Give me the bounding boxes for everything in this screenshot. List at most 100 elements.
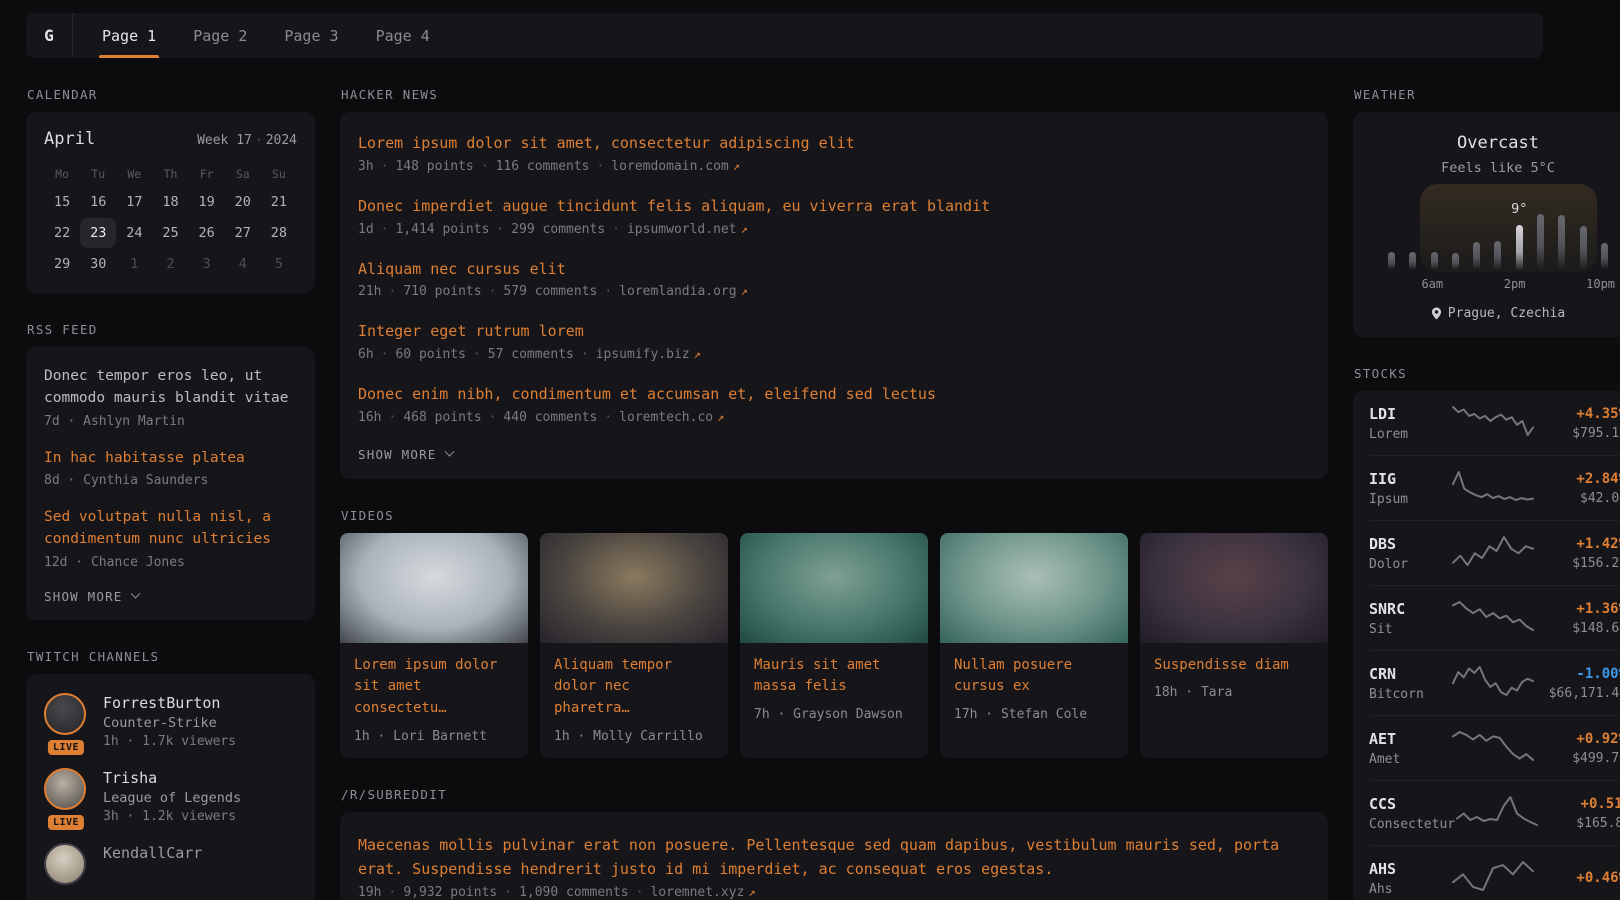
weather-bar-cell	[1551, 190, 1572, 270]
stock-row[interactable]: AETAmet+0.92%$499.72	[1369, 715, 1620, 780]
stock-symbol: AHS	[1369, 860, 1396, 878]
page-tabs: Page 1 Page 2 Page 3 Page 4	[73, 13, 430, 58]
calendar-day[interactable]: 17	[116, 187, 152, 217]
points-count: 1,414 points	[395, 222, 489, 237]
comments-count: 299 comments	[511, 222, 605, 237]
calendar-day[interactable]: 25	[152, 218, 188, 248]
weather-time-labels: 6am2pm10pm	[1381, 277, 1615, 291]
calendar-day[interactable]: 20	[225, 187, 261, 217]
calendar-day[interactable]: 4	[225, 249, 261, 279]
rss-item: Donec tempor eros leo, ut commodo mauris…	[44, 366, 297, 429]
stock-change: +0.51%	[1539, 796, 1620, 812]
right-column: WEATHER Overcast Feels like 5°C 9° 6am2p…	[1353, 58, 1620, 900]
twitch-channel-row[interactable]: KendallCarr	[44, 843, 297, 885]
hacker-news-item-title[interactable]: Donec enim nibh, condimentum et accumsan…	[358, 384, 1310, 406]
twitch-channel-row[interactable]: LIVETrishaLeague of Legends3h · 1.2k vie…	[44, 768, 297, 824]
calendar-day[interactable]: 5	[261, 249, 297, 279]
left-column: CALENDAR April Week 17·2024 MoTuWeThFrSa…	[26, 58, 315, 900]
topbar: G Page 1 Page 2 Page 3 Page 4	[26, 13, 1543, 58]
weather-time-label	[1381, 277, 1401, 291]
rss-item-title[interactable]: In hac habitasse platea	[44, 448, 297, 470]
calendar-day[interactable]: 2	[152, 249, 188, 279]
tab-page-3[interactable]: Page 3	[284, 13, 338, 58]
hacker-news-item-title[interactable]: Integer eget rutrum lorem	[358, 321, 1310, 343]
calendar-day[interactable]: 30	[80, 249, 116, 279]
points-count: 468 points	[403, 410, 481, 425]
stock-row[interactable]: LDILorem+4.35%$795.18	[1369, 391, 1620, 455]
subreddit-post-domain-link[interactable]: loremnet.xyz↗	[650, 885, 755, 900]
calendar-day[interactable]: 3	[189, 249, 225, 279]
separator-dot: ·	[388, 410, 396, 425]
hacker-news-item-meta: 21h·710 points·579 comments·loremlandia.…	[358, 284, 1310, 299]
subreddit-section: /R/SUBREDDIT Maecenas mollis pulvinar er…	[340, 787, 1328, 900]
rss-item-meta-text: 8d · Cynthia Saunders	[44, 473, 208, 488]
calendar-day[interactable]: 29	[44, 249, 80, 279]
stock-row[interactable]: AHSAhs+0.46%	[1369, 845, 1620, 900]
video-card-body: Aliquam tempor dolor nec pharetra…1h · M…	[540, 643, 728, 758]
stock-row[interactable]: SNRCSit+1.36%$148.64	[1369, 585, 1620, 650]
show-more-button[interactable]: SHOW MORE	[358, 447, 1310, 462]
tab-page-2[interactable]: Page 2	[193, 13, 247, 58]
calendar-day[interactable]: 1	[116, 249, 152, 279]
weather-bar	[1388, 252, 1395, 270]
hacker-news-item-title[interactable]: Aliquam nec cursus elit	[358, 259, 1310, 281]
video-card[interactable]: Aliquam tempor dolor nec pharetra…1h · M…	[540, 533, 728, 758]
time-ago: 16h	[358, 410, 381, 425]
video-card[interactable]: Suspendisse diam18h · Tara	[1140, 533, 1328, 758]
calendar-day[interactable]: 19	[189, 187, 225, 217]
stock-price: $499.72	[1535, 751, 1620, 766]
weekday-label: Th	[152, 161, 188, 187]
video-thumbnail	[1140, 533, 1328, 643]
calendar-day[interactable]: 18	[152, 187, 188, 217]
hacker-news-item-title[interactable]: Donec imperdiet augue tincidunt felis al…	[358, 196, 1310, 218]
weather-bar	[1473, 242, 1480, 270]
stock-sparkline	[1451, 859, 1535, 893]
stock-price: $66,171.48	[1535, 686, 1620, 701]
video-card[interactable]: Mauris sit amet massa felis7h · Grayson …	[740, 533, 928, 758]
stock-row[interactable]: CRNBitcorn-1.00%$66,171.48	[1369, 650, 1620, 715]
hacker-news-item: Donec imperdiet augue tincidunt felis al…	[358, 196, 1310, 237]
calendar-day[interactable]: 26	[189, 218, 225, 248]
rss-item-meta: 8d · Cynthia Saunders	[44, 473, 297, 488]
subreddit-post-title[interactable]: Maecenas mollis pulvinar erat non posuer…	[358, 833, 1310, 881]
stock-chart-cell	[1451, 534, 1535, 572]
calendar-day[interactable]: 16	[80, 187, 116, 217]
calendar-day[interactable]: 22	[44, 218, 80, 248]
video-author-meta: 18h · Tara	[1154, 685, 1314, 700]
hacker-news-item-domain-link[interactable]: loremtech.co↗	[619, 410, 724, 425]
stock-row[interactable]: CCSConsectetur+0.51%$165.84	[1369, 780, 1620, 845]
hacker-news-item-title[interactable]: Lorem ipsum dolor sit amet, consectetur …	[358, 133, 1310, 155]
tab-page-1[interactable]: Page 1	[102, 13, 156, 58]
calendar-day[interactable]: 21	[261, 187, 297, 217]
calendar-day[interactable]: 15	[44, 187, 80, 217]
stock-row[interactable]: DBSDolor+1.42%$156.28	[1369, 520, 1620, 585]
twitch-channel-row[interactable]: LIVEForrestBurtonCounter-Strike1h · 1.7k…	[44, 693, 297, 749]
avatar	[44, 843, 86, 885]
rss-item-title[interactable]: Donec tempor eros leo, ut commodo mauris…	[44, 366, 297, 410]
hacker-news-item-domain-link[interactable]: loremlandia.org↗	[619, 284, 748, 299]
comments-count: 440 comments	[503, 410, 597, 425]
rss-item-title[interactable]: Sed volutpat nulla nisl, a condimentum n…	[44, 507, 297, 551]
video-card[interactable]: Lorem ipsum dolor sit amet consectetu…1h…	[340, 533, 528, 758]
tab-page-4[interactable]: Page 4	[376, 13, 430, 58]
hacker-news-widget: Lorem ipsum dolor sit amet, consectetur …	[340, 112, 1328, 479]
rss-section-label: RSS FEED	[27, 322, 315, 337]
calendar-day-selected[interactable]: 23	[80, 218, 116, 248]
hacker-news-item-domain-link[interactable]: ipsumworld.net↗	[627, 222, 748, 237]
weather-bar-cell	[1445, 190, 1466, 270]
stock-name: Amet	[1369, 752, 1451, 767]
hacker-news-item-domain-link[interactable]: loremdomain.com↗	[611, 159, 740, 174]
stock-change: +2.84%	[1535, 471, 1620, 487]
video-card[interactable]: Nullam posuere cursus ex17h · Stefan Col…	[940, 533, 1128, 758]
calendar-day[interactable]: 27	[225, 218, 261, 248]
stocks-widget: LDILorem+4.35%$795.18IIGIpsum+2.84%$42.0…	[1353, 391, 1620, 900]
calendar-day[interactable]: 24	[116, 218, 152, 248]
calendar-day[interactable]: 28	[261, 218, 297, 248]
show-more-button[interactable]: SHOW MORE	[44, 589, 297, 604]
stock-row[interactable]: IIGIpsum+2.84%$42.04	[1369, 455, 1620, 520]
hacker-news-item-domain-link[interactable]: ipsumify.biz↗	[596, 347, 701, 362]
app-logo[interactable]: G	[26, 13, 73, 58]
stock-chart-cell	[1451, 469, 1535, 507]
weather-bar	[1409, 252, 1416, 270]
show-more-label: SHOW MORE	[44, 589, 123, 604]
